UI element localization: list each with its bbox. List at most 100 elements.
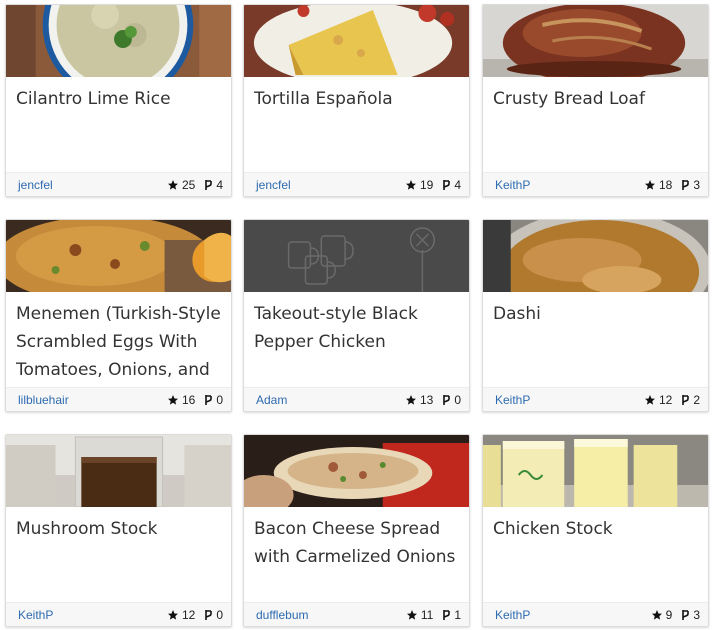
star-count[interactable]: 25 xyxy=(167,178,195,192)
recipe-title[interactable]: Takeout-style Black Pepper Chicken xyxy=(254,300,461,384)
author-link[interactable]: Adam xyxy=(256,393,396,407)
recipe-card[interactable]: Menemen (Turkish-Style Scrambled Eggs Wi… xyxy=(5,219,232,412)
star-count-value: 18 xyxy=(658,177,673,192)
recipe-card[interactable]: Tortilla Española jencfel 19 4 xyxy=(243,4,470,197)
recipe-image[interactable] xyxy=(6,5,231,77)
recipe-footer: dufflebum 11 1 xyxy=(244,602,469,626)
author-link[interactable]: dufflebum xyxy=(256,608,397,622)
star-icon xyxy=(644,394,655,405)
star-icon xyxy=(405,394,416,405)
fork-icon xyxy=(682,179,690,190)
fork-count[interactable]: 2 xyxy=(681,393,700,407)
recipe-image[interactable] xyxy=(483,5,708,77)
recipe-footer: lilbluehair 16 0 xyxy=(6,387,231,411)
star-icon xyxy=(406,609,417,620)
fork-icon xyxy=(205,394,213,405)
star-count[interactable]: 16 xyxy=(167,393,195,407)
recipe-image[interactable] xyxy=(6,220,231,292)
recipe-image[interactable] xyxy=(483,220,708,292)
recipe-card[interactable]: Chicken Stock KeithP 9 3 xyxy=(482,434,709,627)
recipe-image[interactable] xyxy=(244,435,469,507)
star-count[interactable]: 19 xyxy=(405,178,433,192)
author-link[interactable]: jencfel xyxy=(256,178,396,192)
recipe-footer: jencfel 25 4 xyxy=(6,172,231,196)
fork-count[interactable]: 0 xyxy=(204,393,223,407)
fork-icon xyxy=(443,179,451,190)
recipe-card[interactable]: Mushroom Stock KeithP 12 0 xyxy=(5,434,232,627)
recipe-title[interactable]: Menemen (Turkish-Style Scrambled Eggs Wi… xyxy=(16,300,223,384)
star-count-value: 11 xyxy=(420,607,434,622)
recipe-footer: jencfel 19 4 xyxy=(244,172,469,196)
star-icon xyxy=(167,609,178,620)
fork-count[interactable]: 0 xyxy=(204,608,223,622)
star-count-value: 9 xyxy=(665,607,673,622)
star-count[interactable]: 13 xyxy=(405,393,433,407)
fork-count[interactable]: 3 xyxy=(681,608,700,622)
star-count[interactable]: 18 xyxy=(644,178,672,192)
star-count-value: 12 xyxy=(658,392,673,407)
fork-count-value: 2 xyxy=(693,392,700,407)
recipe-footer: KeithP 12 0 xyxy=(6,602,231,626)
recipe-title[interactable]: Tortilla Española xyxy=(254,85,461,169)
fork-icon xyxy=(682,609,690,620)
fork-count[interactable]: 3 xyxy=(681,178,700,192)
author-link[interactable]: KeithP xyxy=(18,608,158,622)
author-link[interactable]: KeithP xyxy=(495,608,642,622)
fork-count-value: 3 xyxy=(693,607,700,622)
recipe-image[interactable] xyxy=(483,435,708,507)
fork-count-value: 0 xyxy=(216,607,223,622)
fork-count-value: 0 xyxy=(454,392,461,407)
fork-count-value: 0 xyxy=(216,392,223,407)
recipe-card[interactable]: Dashi KeithP 12 2 xyxy=(482,219,709,412)
recipe-title[interactable]: Bacon Cheese Spread with Carmelized Onio… xyxy=(254,515,461,599)
star-count[interactable]: 9 xyxy=(651,607,673,622)
author-link[interactable]: jencfel xyxy=(18,178,158,192)
fork-count[interactable]: 4 xyxy=(204,178,223,192)
recipe-card[interactable]: Bacon Cheese Spread with Carmelized Onio… xyxy=(243,434,470,627)
star-count-value: 16 xyxy=(181,392,196,407)
recipe-title[interactable]: Dashi xyxy=(493,300,700,384)
fork-icon xyxy=(682,394,690,405)
star-count-value: 13 xyxy=(419,392,434,407)
star-count[interactable]: 12 xyxy=(644,393,672,407)
fork-icon xyxy=(443,609,451,620)
recipe-footer: KeithP 12 2 xyxy=(483,387,708,411)
recipe-card[interactable]: Cilantro Lime Rice jencfel 25 4 xyxy=(5,4,232,197)
star-icon xyxy=(405,179,416,190)
star-count[interactable]: 11 xyxy=(406,608,433,622)
recipe-card[interactable]: Takeout-style Black Pepper Chicken Adam … xyxy=(243,219,470,412)
recipe-footer: KeithP 9 3 xyxy=(483,602,708,626)
author-link[interactable]: KeithP xyxy=(495,393,635,407)
fork-count[interactable]: 0 xyxy=(442,393,461,407)
star-icon xyxy=(644,179,655,190)
star-icon xyxy=(651,609,662,620)
recipe-title[interactable]: Crusty Bread Loaf xyxy=(493,85,700,169)
star-icon xyxy=(167,394,178,405)
fork-icon xyxy=(443,394,451,405)
fork-icon xyxy=(205,179,213,190)
recipe-footer: Adam 13 0 xyxy=(244,387,469,411)
star-count-value: 12 xyxy=(181,607,196,622)
recipe-grid: Cilantro Lime Rice jencfel 25 4 Tortilla… xyxy=(0,0,715,630)
recipe-card[interactable]: Crusty Bread Loaf KeithP 18 3 xyxy=(482,4,709,197)
recipe-footer: KeithP 18 3 xyxy=(483,172,708,196)
recipe-title[interactable]: Chicken Stock xyxy=(493,515,700,599)
fork-count[interactable]: 4 xyxy=(442,178,461,192)
author-link[interactable]: KeithP xyxy=(495,178,635,192)
recipe-image[interactable] xyxy=(244,220,469,292)
recipe-image[interactable] xyxy=(6,435,231,507)
star-count-value: 25 xyxy=(181,177,196,192)
recipe-image[interactable] xyxy=(244,5,469,77)
fork-count-value: 4 xyxy=(454,177,461,192)
recipe-title[interactable]: Mushroom Stock xyxy=(16,515,223,599)
star-icon xyxy=(167,179,178,190)
fork-count-value: 1 xyxy=(454,607,461,622)
star-count-value: 19 xyxy=(419,177,434,192)
recipe-title[interactable]: Cilantro Lime Rice xyxy=(16,85,223,169)
fork-count[interactable]: 1 xyxy=(442,608,461,622)
author-link[interactable]: lilbluehair xyxy=(18,393,158,407)
fork-count-value: 4 xyxy=(216,177,223,192)
star-count[interactable]: 12 xyxy=(167,608,195,622)
fork-count-value: 3 xyxy=(693,177,700,192)
fork-icon xyxy=(205,609,213,620)
